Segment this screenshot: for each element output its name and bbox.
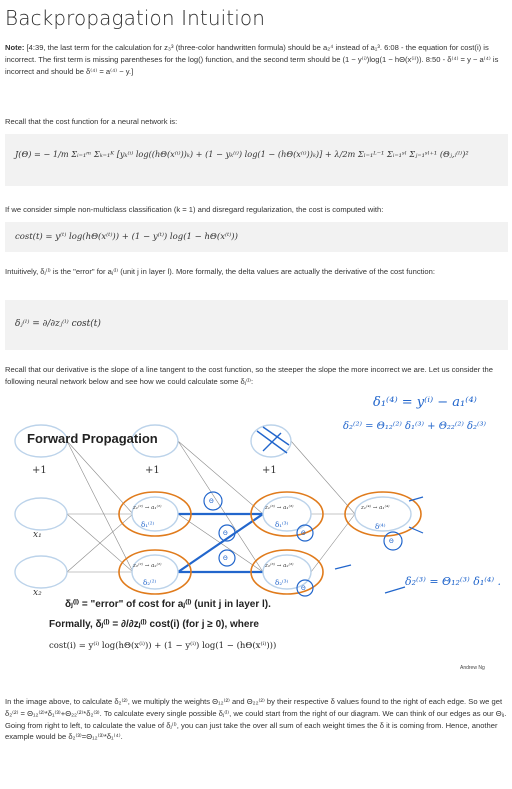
- cost-i-box: cost(t) = y⁽ᵗ⁾ log(hΘ(x⁽ᵗ⁾)) + (1 − y⁽ᵗ⁾…: [5, 222, 508, 252]
- hand-delta4-formula: δ₁⁽⁴⁾ = y⁽ⁱ⁾ − a₁⁽⁴⁾: [373, 395, 477, 410]
- figure-credit: Andrew Ng: [460, 665, 485, 671]
- figure-definition: δⱼ⁽ˡ⁾ = "error" of cost for aⱼ⁽ˡ⁾ (unit …: [65, 599, 271, 610]
- page-title: Backpropagation Intuition: [5, 6, 265, 30]
- bias-label-l2: +1: [145, 465, 160, 476]
- svg-text:Θ: Θ: [301, 530, 306, 537]
- bias-label-l1: +1: [32, 465, 47, 476]
- hand-delta-1-3: δ₁⁽³⁾: [275, 521, 289, 529]
- delta-box: δⱼ⁽ˡ⁾ = ∂/∂zⱼ⁽ˡ⁾ cost(t): [5, 300, 508, 350]
- hidden3-node2-label: z₂⁽³⁾ → a₂⁽³⁾: [265, 563, 294, 569]
- hand-delta3-formula: δ₂⁽³⁾ = Θ₁₂⁽³⁾ δ₁⁽⁴⁾ .: [405, 575, 502, 588]
- svg-text:Θ: Θ: [301, 585, 306, 592]
- svg-text:Θ: Θ: [223, 530, 228, 537]
- svg-text:Θ: Θ: [223, 555, 228, 562]
- cost-formula: J(Θ) = − 1/m Σᵢ₌₁ᵐ Σₖ₌₁ᴷ [yₖ⁽ⁱ⁾ log((hΘ(…: [15, 149, 469, 159]
- hand-delta2-formula: δ₂⁽²⁾ = Θ₁₂⁽²⁾ δ₁⁽³⁾ + Θ₂₂⁽²⁾ δ₂⁽³⁾: [343, 421, 486, 432]
- svg-text:Θ: Θ: [389, 538, 394, 545]
- recall-cost-text: Recall that the cost function for a neur…: [5, 117, 178, 126]
- bias-label-l3: +1: [262, 465, 277, 476]
- input-x2: x₂: [33, 588, 42, 598]
- figure-heading: Forward Propagation: [27, 431, 158, 446]
- network-edges: [66, 440, 356, 573]
- hand-delta-1-2: δ₁⁽²⁾: [141, 521, 155, 529]
- slope-text: Recall that our derivative is the slope …: [5, 365, 493, 386]
- hand-delta-4: δ⁽⁴⁾: [375, 523, 386, 531]
- hidden3-node1-label: z₁⁽³⁾ → a₁⁽³⁾: [265, 505, 294, 511]
- cost-formula-box: J(Θ) = − 1/m Σᵢ₌₁ᵐ Σₖ₌₁ᴷ [yₖ⁽ⁱ⁾ log((hΘ(…: [5, 134, 508, 186]
- figure-cost-line: cost(i) = y⁽ⁱ⁾ log(hΘ(x⁽ⁱ⁾)) + (1 − y⁽ⁱ⁾…: [49, 641, 277, 651]
- note-paragraph: Note: [4:39, the last term for the calcu…: [5, 42, 508, 77]
- network-figure: Θ Θ Θ Θ Θ Θ Forward Propagation +1 +1 +1…: [5, 393, 508, 680]
- hand-delta-2-2: δ₂⁽²⁾: [143, 579, 157, 587]
- page: Backpropagation Intuition Note: [4:39, t…: [0, 0, 512, 789]
- cost-i-formula: cost(t) = y⁽ᵗ⁾ log(hΘ(x⁽ᵗ⁾)) + (1 − y⁽ᵗ⁾…: [15, 232, 238, 242]
- figure-formally: Formally, δⱼ⁽ˡ⁾ = ∂/∂zⱼ⁽ˡ⁾ cost(i) (for …: [49, 619, 259, 630]
- simple-case-text: If we consider simple non-multiclass cla…: [5, 205, 384, 214]
- delta-formula: δⱼ⁽ˡ⁾ = ∂/∂zⱼ⁽ˡ⁾ cost(t): [15, 319, 101, 329]
- closing-paragraph: In the image above, to calculate δ₂⁽²⁾, …: [5, 697, 507, 742]
- hidden2-node2-label: z₂⁽²⁾ → a₂⁽²⁾: [133, 563, 162, 569]
- note-label: Note:: [5, 43, 25, 52]
- input-x1: x₁: [33, 530, 42, 540]
- hand-delta-2-3: δ₂⁽³⁾: [275, 579, 289, 587]
- note-text: [4:39, the last term for the calculation…: [5, 43, 499, 76]
- output-node-label: z₁⁽⁴⁾ → a₁⁽⁴⁾: [361, 505, 390, 511]
- svg-text:Θ: Θ: [209, 498, 214, 505]
- layer1-nodes: [14, 424, 68, 589]
- intuition-text: Intuitively, δⱼ⁽ˡ⁾ is the "error" for aⱼ…: [5, 267, 435, 276]
- hidden2-node1-label: z₁⁽²⁾ → a₁⁽²⁾: [133, 505, 162, 511]
